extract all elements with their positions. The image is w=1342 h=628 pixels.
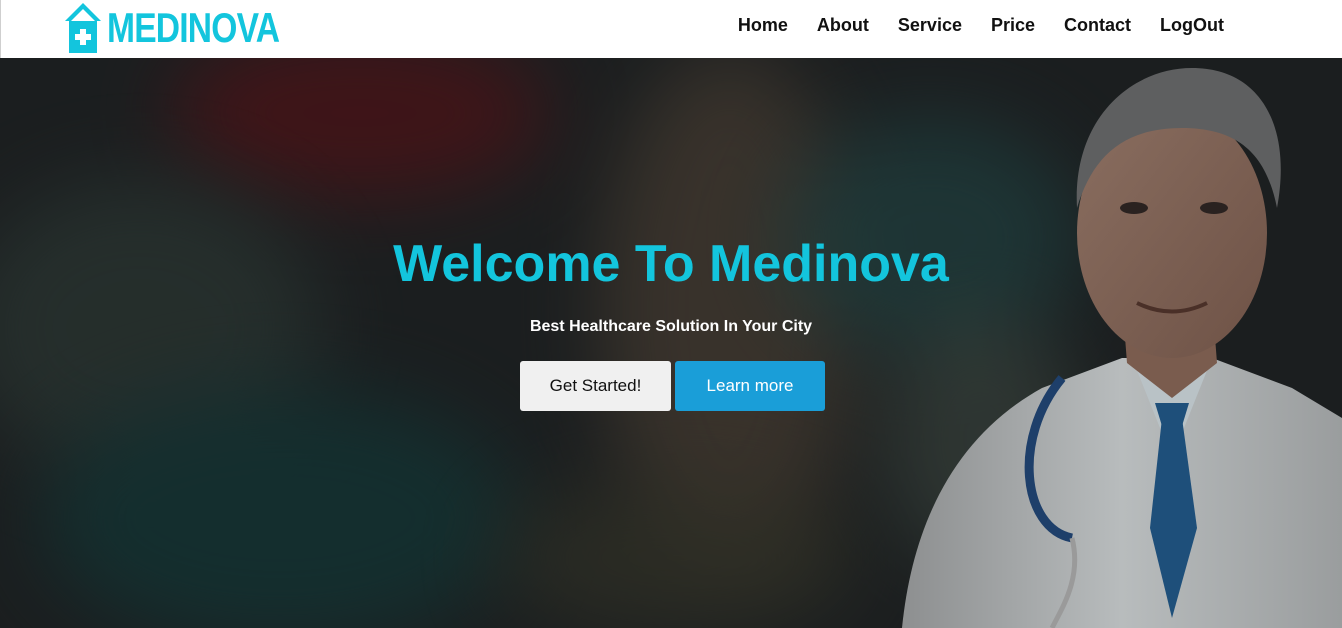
nav-home[interactable]: Home [738, 15, 788, 36]
nav-contact[interactable]: Contact [1064, 15, 1131, 36]
nav-logout[interactable]: LogOut [1160, 15, 1224, 36]
nav-about[interactable]: About [817, 15, 869, 36]
get-started-button[interactable]: Get Started! [520, 361, 671, 411]
brand-logo[interactable]: MEDINOVA [63, 0, 322, 56]
hero-title: Welcome To Medinova [393, 235, 949, 293]
hero-content: Welcome To Medinova Best Healthcare Solu… [0, 58, 1342, 628]
nav-price[interactable]: Price [991, 15, 1035, 36]
main-nav: Home About Service Price Contact LogOut [738, 0, 1224, 50]
navbar: MEDINOVA Home About Service Price Contac… [0, 0, 1342, 58]
hero-subtitle: Best Healthcare Solution In Your City [529, 318, 813, 335]
learn-more-button[interactable]: Learn more [675, 361, 825, 411]
brand-name: MEDINOVA [107, 4, 280, 51]
hospital-house-icon [65, 3, 101, 53]
nav-service[interactable]: Service [898, 15, 962, 36]
hero-section: Welcome To Medinova Best Healthcare Solu… [0, 58, 1342, 628]
